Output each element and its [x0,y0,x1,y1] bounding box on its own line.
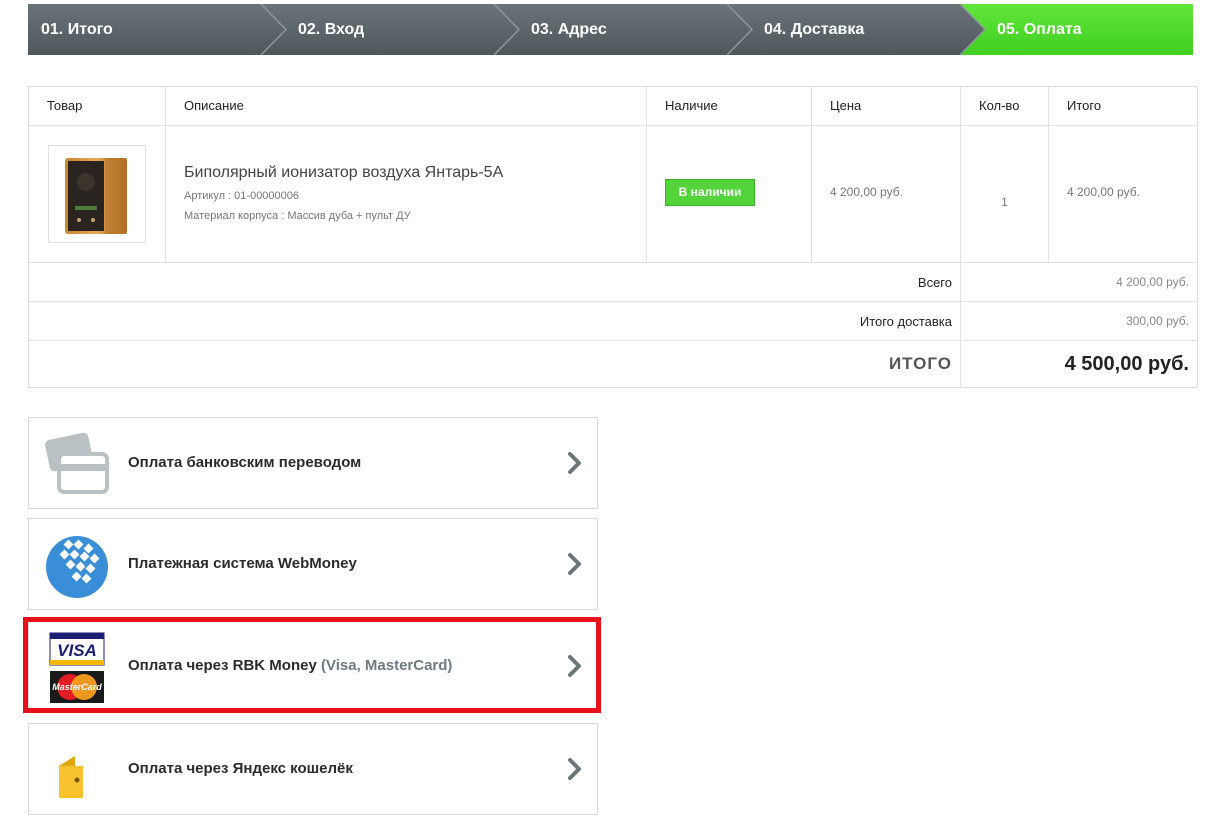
checkout-steps: 01. Итого 02. Вход 03. Адрес 04. Доставк… [28,4,1193,55]
payment-option-rbk-money[interactable]: VISA MasterCard Оплата через RBK Money (… [28,620,598,712]
payment-option-yandex[interactable]: Оплата через Яндекс кошелёк [28,723,598,815]
subtotal-value: 4 200,00 руб. [1116,275,1189,289]
yandex-wallet-icon [43,736,111,804]
payment-label: Платежная система WebMoney [128,555,357,572]
payment-label: Оплата через RBK Money (Visa, MasterCard… [128,657,453,674]
payment-sub-label: (Visa, MasterCard) [320,657,453,674]
ionizer-image [65,158,127,234]
payment-label: Оплата банковским переводом [128,454,362,471]
table-row: Биполярный ионизатор воздуха Янтарь-5А А… [29,126,1197,263]
header-price: Цена [812,87,961,125]
table-header-row: Товар Описание Наличие Цена Кол-во Итого [29,87,1197,126]
payment-option-webmoney[interactable]: Платежная система WebMoney [28,518,598,610]
header-qty: Кол-во [961,87,1049,125]
delivery-value: 300,00 руб. [1126,314,1189,328]
delivery-label: Итого доставка [859,314,952,329]
chevron-right-icon [568,452,581,474]
chevron-right-icon [568,655,581,677]
item-price: 4 200,00 руб. [830,185,903,199]
item-total: 4 200,00 руб. [1067,185,1140,199]
product-image[interactable] [48,145,146,243]
header-description: Описание [166,87,647,125]
product-material: Материал корпуса : Массив дуба + пульт Д… [184,210,411,222]
chevron-right-icon [568,758,581,780]
webmoney-icon [43,531,111,599]
grand-total-label: ИТОГО [888,354,952,373]
visa-mastercard-icon: VISA MasterCard [48,631,106,705]
subtotal-row: Всего 4 200,00 руб. [29,263,1197,302]
product-sku: Артикул : 01-00000006 [184,190,300,202]
grand-total-row: ИТОГО 4 500,00 руб. [29,341,1197,387]
item-qty: 1 [1001,195,1008,209]
header-availability: Наличие [647,87,812,125]
chevron-right-icon [568,553,581,575]
header-product: Товар [29,87,166,125]
bank-card-icon [43,430,111,498]
availability-badge: В наличии [665,179,755,206]
grand-total-value: 4 500,00 руб. [1064,353,1189,375]
subtotal-label: Всего [917,275,952,290]
svg-text:MasterCard: MasterCard [52,682,102,692]
payment-label: Оплата через Яндекс кошелёк [128,760,353,777]
delivery-row: Итого доставка 300,00 руб. [29,302,1197,341]
header-total: Итого [1067,98,1102,113]
product-title[interactable]: Биполярный ионизатор воздуха Янтарь-5А [184,164,503,182]
svg-text:VISA: VISA [57,641,97,660]
payment-option-bank-transfer[interactable]: Оплата банковским переводом [28,417,598,509]
cart-table: Товар Описание Наличие Цена Кол-во Итого [28,86,1198,388]
